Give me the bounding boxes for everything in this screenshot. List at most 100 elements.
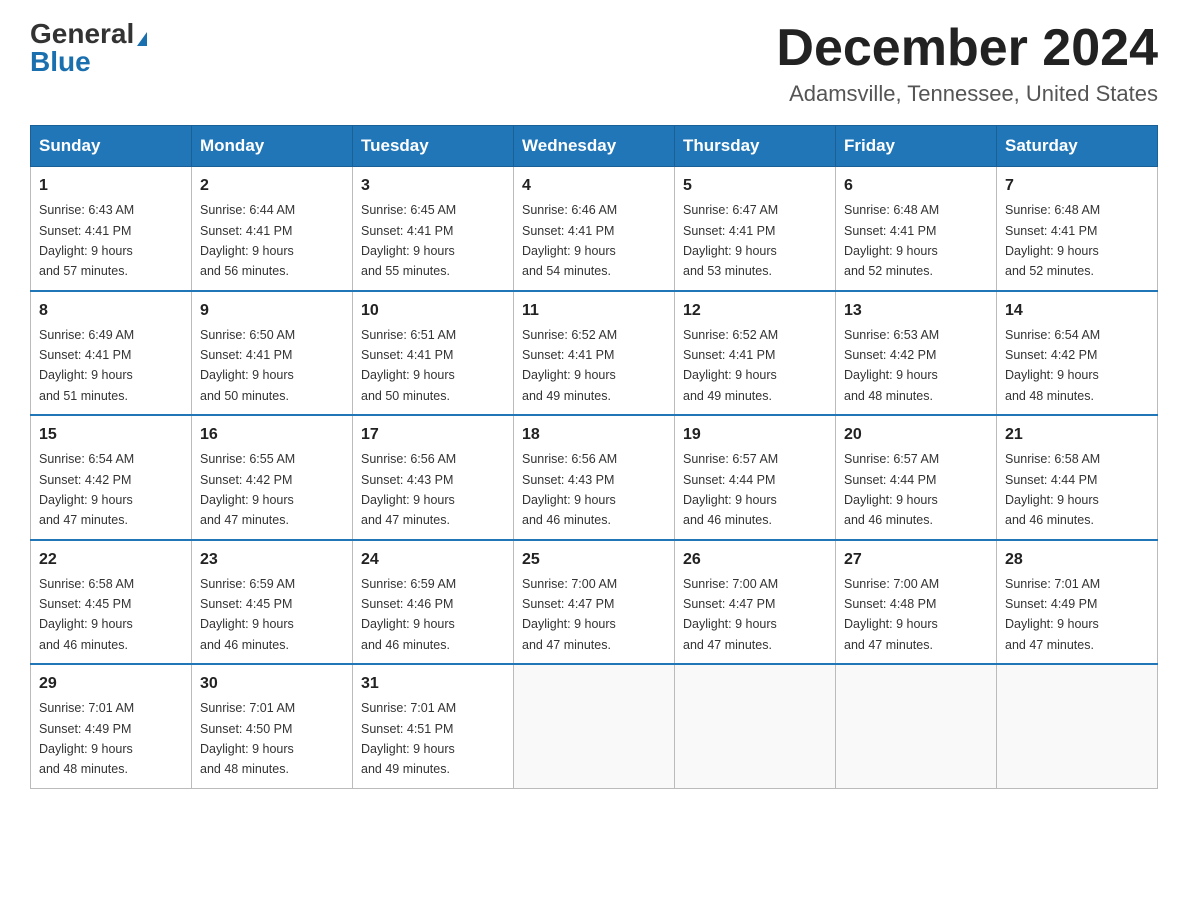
location-title: Adamsville, Tennessee, United States xyxy=(776,81,1158,107)
day-info: Sunrise: 7:01 AMSunset: 4:50 PMDaylight:… xyxy=(200,701,295,776)
day-number: 16 xyxy=(200,423,344,447)
day-number: 12 xyxy=(683,299,827,323)
calendar-cell: 11 Sunrise: 6:52 AMSunset: 4:41 PMDayligh… xyxy=(514,291,675,416)
day-number: 14 xyxy=(1005,299,1149,323)
calendar-cell: 7 Sunrise: 6:48 AMSunset: 4:41 PMDaylight… xyxy=(997,167,1158,291)
day-info: Sunrise: 6:50 AMSunset: 4:41 PMDaylight:… xyxy=(200,328,295,403)
day-info: Sunrise: 6:52 AMSunset: 4:41 PMDaylight:… xyxy=(683,328,778,403)
page-header: General Blue December 2024 Adamsville, T… xyxy=(30,20,1158,107)
calendar-cell: 10 Sunrise: 6:51 AMSunset: 4:41 PMDayligh… xyxy=(353,291,514,416)
day-number: 23 xyxy=(200,548,344,572)
calendar-cell: 9 Sunrise: 6:50 AMSunset: 4:41 PMDaylight… xyxy=(192,291,353,416)
calendar-cell: 5 Sunrise: 6:47 AMSunset: 4:41 PMDaylight… xyxy=(675,167,836,291)
day-number: 22 xyxy=(39,548,183,572)
day-number: 11 xyxy=(522,299,666,323)
calendar-cell: 13 Sunrise: 6:53 AMSunset: 4:42 PMDayligh… xyxy=(836,291,997,416)
day-number: 7 xyxy=(1005,174,1149,198)
calendar-cell: 2 Sunrise: 6:44 AMSunset: 4:41 PMDaylight… xyxy=(192,167,353,291)
logo-general-text: General xyxy=(30,18,134,49)
day-number: 13 xyxy=(844,299,988,323)
day-info: Sunrise: 7:01 AMSunset: 4:51 PMDaylight:… xyxy=(361,701,456,776)
day-number: 4 xyxy=(522,174,666,198)
day-number: 21 xyxy=(1005,423,1149,447)
day-number: 27 xyxy=(844,548,988,572)
day-number: 30 xyxy=(200,672,344,696)
day-number: 18 xyxy=(522,423,666,447)
calendar-week-row: 22 Sunrise: 6:58 AMSunset: 4:45 PMDayligh… xyxy=(31,540,1158,665)
day-number: 24 xyxy=(361,548,505,572)
day-number: 19 xyxy=(683,423,827,447)
calendar-cell xyxy=(836,664,997,788)
calendar-cell: 25 Sunrise: 7:00 AMSunset: 4:47 PMDayligh… xyxy=(514,540,675,665)
calendar-cell: 27 Sunrise: 7:00 AMSunset: 4:48 PMDayligh… xyxy=(836,540,997,665)
day-info: Sunrise: 6:55 AMSunset: 4:42 PMDaylight:… xyxy=(200,452,295,527)
calendar-cell: 1 Sunrise: 6:43 AMSunset: 4:41 PMDaylight… xyxy=(31,167,192,291)
day-info: Sunrise: 6:54 AMSunset: 4:42 PMDaylight:… xyxy=(39,452,134,527)
day-number: 8 xyxy=(39,299,183,323)
weekday-header-saturday: Saturday xyxy=(997,126,1158,167)
logo-blue-text: Blue xyxy=(30,46,91,77)
day-info: Sunrise: 6:56 AMSunset: 4:43 PMDaylight:… xyxy=(522,452,617,527)
day-info: Sunrise: 6:57 AMSunset: 4:44 PMDaylight:… xyxy=(844,452,939,527)
calendar-cell: 4 Sunrise: 6:46 AMSunset: 4:41 PMDaylight… xyxy=(514,167,675,291)
calendar-cell xyxy=(675,664,836,788)
day-number: 25 xyxy=(522,548,666,572)
calendar-cell: 29 Sunrise: 7:01 AMSunset: 4:49 PMDayligh… xyxy=(31,664,192,788)
day-info: Sunrise: 7:00 AMSunset: 4:48 PMDaylight:… xyxy=(844,577,939,652)
day-info: Sunrise: 6:45 AMSunset: 4:41 PMDaylight:… xyxy=(361,203,456,278)
weekday-header-monday: Monday xyxy=(192,126,353,167)
calendar-cell: 21Sunrise: 6:58 AMSunset: 4:44 PMDayligh… xyxy=(997,415,1158,540)
calendar-cell: 3 Sunrise: 6:45 AMSunset: 4:41 PMDaylight… xyxy=(353,167,514,291)
day-number: 29 xyxy=(39,672,183,696)
day-info: Sunrise: 6:52 AMSunset: 4:41 PMDaylight:… xyxy=(522,328,617,403)
day-info: Sunrise: 6:57 AMSunset: 4:44 PMDaylight:… xyxy=(683,452,778,527)
day-number: 20 xyxy=(844,423,988,447)
calendar-cell: 17Sunrise: 6:56 AMSunset: 4:43 PMDayligh… xyxy=(353,415,514,540)
day-info: Sunrise: 6:44 AMSunset: 4:41 PMDaylight:… xyxy=(200,203,295,278)
day-number: 5 xyxy=(683,174,827,198)
calendar-cell: 6 Sunrise: 6:48 AMSunset: 4:41 PMDaylight… xyxy=(836,167,997,291)
day-info: Sunrise: 7:01 AMSunset: 4:49 PMDaylight:… xyxy=(39,701,134,776)
calendar-cell: 8Sunrise: 6:49 AMSunset: 4:41 PMDaylight… xyxy=(31,291,192,416)
day-info: Sunrise: 7:01 AMSunset: 4:49 PMDaylight:… xyxy=(1005,577,1100,652)
calendar-week-row: 8Sunrise: 6:49 AMSunset: 4:41 PMDaylight… xyxy=(31,291,1158,416)
day-info: Sunrise: 6:48 AMSunset: 4:41 PMDaylight:… xyxy=(1005,203,1100,278)
day-number: 9 xyxy=(200,299,344,323)
calendar-week-row: 15 Sunrise: 6:54 AMSunset: 4:42 PMDayligh… xyxy=(31,415,1158,540)
weekday-header-sunday: Sunday xyxy=(31,126,192,167)
calendar-cell: 15 Sunrise: 6:54 AMSunset: 4:42 PMDayligh… xyxy=(31,415,192,540)
day-info: Sunrise: 6:43 AMSunset: 4:41 PMDaylight:… xyxy=(39,203,134,278)
calendar-week-row: 1 Sunrise: 6:43 AMSunset: 4:41 PMDaylight… xyxy=(31,167,1158,291)
day-number: 10 xyxy=(361,299,505,323)
day-info: Sunrise: 6:58 AMSunset: 4:45 PMDaylight:… xyxy=(39,577,134,652)
weekday-header-friday: Friday xyxy=(836,126,997,167)
day-number: 6 xyxy=(844,174,988,198)
calendar-cell: 16 Sunrise: 6:55 AMSunset: 4:42 PMDayligh… xyxy=(192,415,353,540)
day-info: Sunrise: 6:54 AMSunset: 4:42 PMDaylight:… xyxy=(1005,328,1100,403)
day-info: Sunrise: 6:47 AMSunset: 4:41 PMDaylight:… xyxy=(683,203,778,278)
day-number: 2 xyxy=(200,174,344,198)
day-info: Sunrise: 6:51 AMSunset: 4:41 PMDaylight:… xyxy=(361,328,456,403)
day-number: 3 xyxy=(361,174,505,198)
day-info: Sunrise: 6:46 AMSunset: 4:41 PMDaylight:… xyxy=(522,203,617,278)
day-number: 31 xyxy=(361,672,505,696)
day-number: 1 xyxy=(39,174,183,198)
day-number: 26 xyxy=(683,548,827,572)
calendar-table: SundayMondayTuesdayWednesdayThursdayFrid… xyxy=(30,125,1158,789)
month-title: December 2024 xyxy=(776,20,1158,77)
day-info: Sunrise: 7:00 AMSunset: 4:47 PMDaylight:… xyxy=(522,577,617,652)
calendar-cell: 24Sunrise: 6:59 AMSunset: 4:46 PMDayligh… xyxy=(353,540,514,665)
day-info: Sunrise: 7:00 AMSunset: 4:47 PMDaylight:… xyxy=(683,577,778,652)
logo: General Blue xyxy=(30,20,147,76)
day-number: 15 xyxy=(39,423,183,447)
title-block: December 2024 Adamsville, Tennessee, Uni… xyxy=(776,20,1158,107)
day-number: 28 xyxy=(1005,548,1149,572)
day-info: Sunrise: 6:53 AMSunset: 4:42 PMDaylight:… xyxy=(844,328,939,403)
weekday-header-wednesday: Wednesday xyxy=(514,126,675,167)
calendar-cell: 30 Sunrise: 7:01 AMSunset: 4:50 PMDayligh… xyxy=(192,664,353,788)
calendar-cell: 26 Sunrise: 7:00 AMSunset: 4:47 PMDayligh… xyxy=(675,540,836,665)
calendar-cell xyxy=(514,664,675,788)
day-info: Sunrise: 6:56 AMSunset: 4:43 PMDaylight:… xyxy=(361,452,456,527)
calendar-cell: 23Sunrise: 6:59 AMSunset: 4:45 PMDayligh… xyxy=(192,540,353,665)
day-info: Sunrise: 6:48 AMSunset: 4:41 PMDaylight:… xyxy=(844,203,939,278)
